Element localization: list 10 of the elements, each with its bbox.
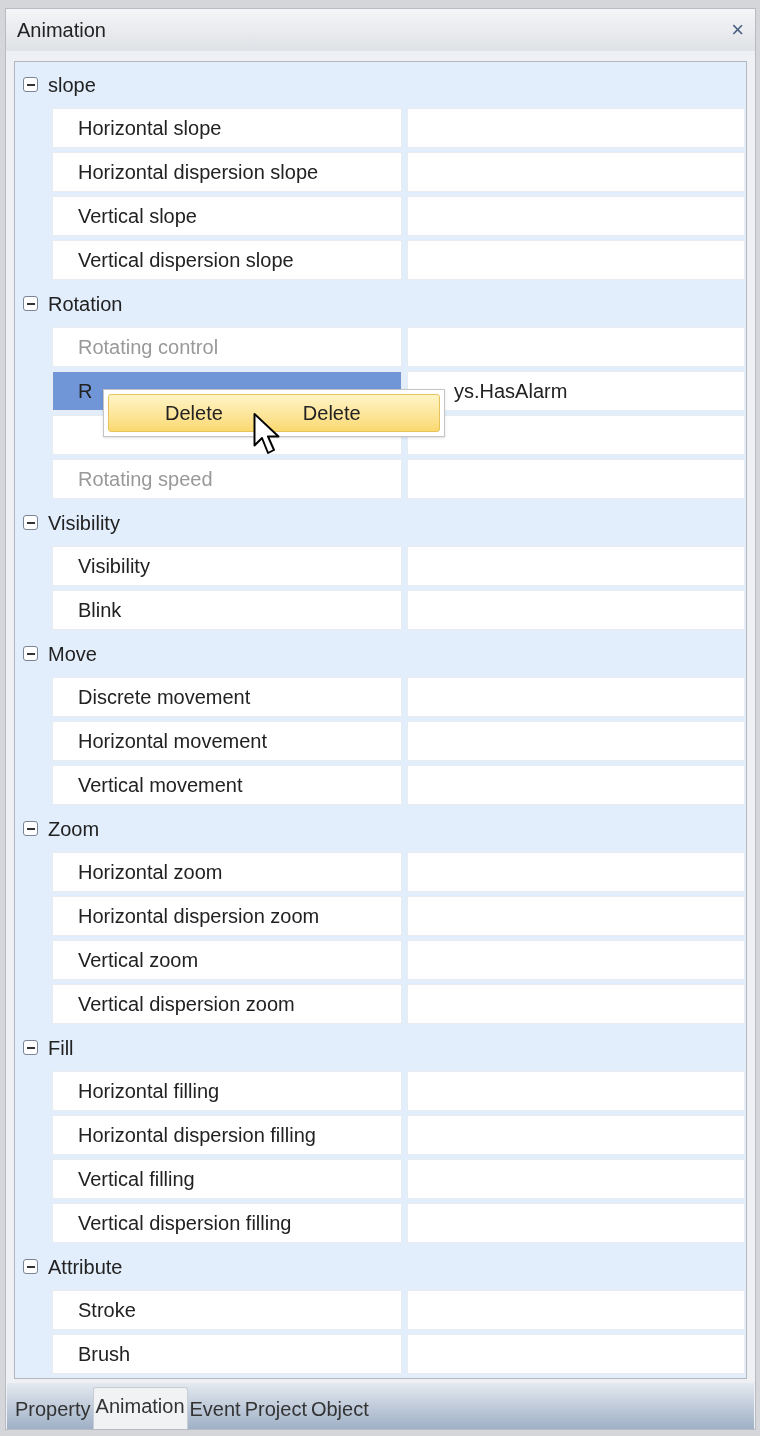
window-title: Animation <box>17 18 106 43</box>
group-name: Visibility <box>48 510 120 536</box>
menu-item-label: Delete <box>302 401 361 426</box>
menu-item-label: Delete <box>165 401 223 426</box>
group-name: Fill <box>48 1035 74 1061</box>
group-name: slope <box>48 72 96 98</box>
group-name: Rotation <box>48 291 123 317</box>
group-name: Move <box>48 641 97 667</box>
group-name: Zoom <box>48 816 100 842</box>
group-name: Attribute <box>48 1254 123 1280</box>
